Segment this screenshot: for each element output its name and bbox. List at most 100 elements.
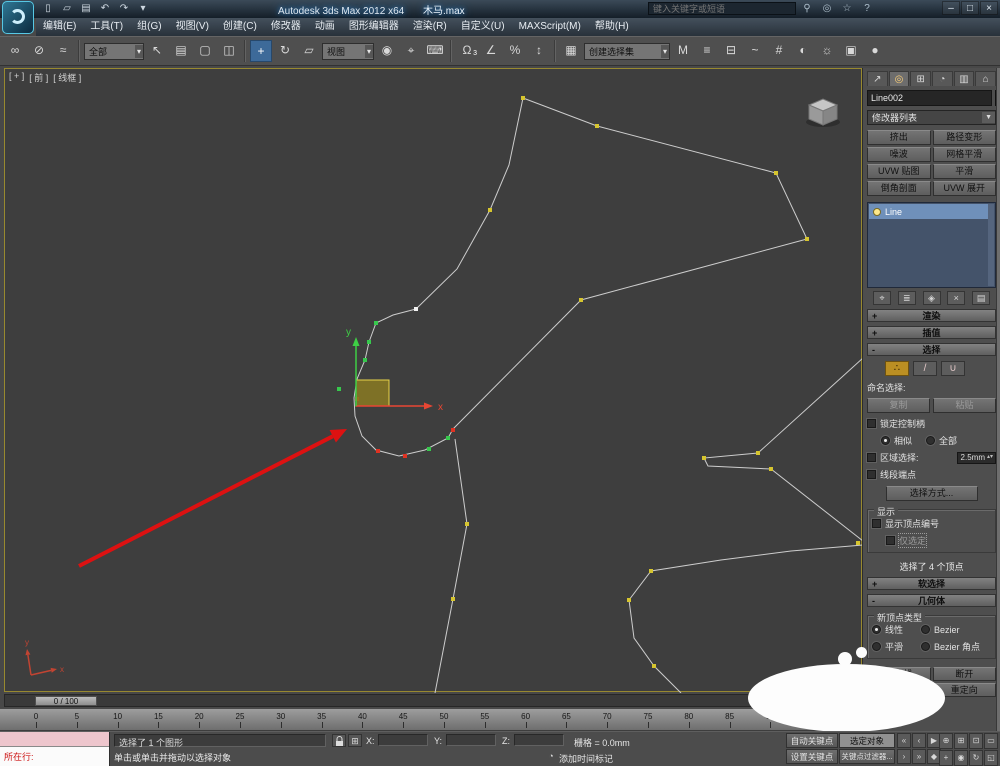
menu-item-8[interactable]: 图形编辑器	[342, 18, 406, 36]
tab-create[interactable]: ↗	[867, 71, 888, 86]
layer-manager-icon[interactable]: ⊟	[720, 40, 742, 62]
select-by-name-icon[interactable]: ▤	[170, 40, 192, 62]
communication-center-icon[interactable]: ◎	[820, 2, 834, 15]
rollout-selection[interactable]: - 选择	[867, 343, 996, 356]
break-button[interactable]: 断开	[932, 667, 996, 681]
unselected-vertex[interactable]	[595, 124, 599, 128]
menu-item-10[interactable]: 自定义(U)	[454, 18, 512, 36]
tab-motion[interactable]: ◔	[932, 71, 953, 86]
search-input[interactable]	[648, 2, 796, 15]
unselected-vertex[interactable]	[756, 451, 760, 455]
mirror-icon[interactable]: M	[672, 40, 694, 62]
maximize-viewport-icon[interactable]: ◱	[984, 750, 998, 766]
time-slider-track[interactable]: 0 / 100	[4, 694, 862, 707]
curve-editor-icon[interactable]: ~	[744, 40, 766, 62]
next-frame-icon[interactable]: ›	[897, 749, 911, 764]
pan-icon[interactable]: +	[939, 750, 953, 766]
menu-item-7[interactable]: 动画	[308, 18, 342, 36]
bezier-corner-radio[interactable]	[921, 642, 931, 651]
rendered-frame-icon[interactable]: ▣	[840, 40, 862, 62]
menu-item-5[interactable]: 创建(C)	[216, 18, 264, 36]
selected-vertex[interactable]	[376, 449, 380, 453]
select-and-link-icon[interactable]: ∞	[4, 40, 26, 62]
copy-button[interactable]: 复制	[867, 398, 930, 413]
add-time-tag[interactable]: 添加时间标记	[559, 752, 613, 765]
render-setup-icon[interactable]: ☼	[816, 40, 838, 62]
unlink-selection-icon[interactable]: ⊘	[28, 40, 50, 62]
schematic-view-icon[interactable]: #	[768, 40, 790, 62]
open-file-icon[interactable]: ▱	[59, 2, 75, 16]
stack-item-line[interactable]: Line	[869, 204, 988, 219]
menu-item-1[interactable]: 编辑(E)	[36, 18, 83, 36]
viewport-menu-pov[interactable]: [ 前 ]	[29, 71, 48, 84]
gizmo-y-axis-head[interactable]	[352, 337, 360, 346]
unselected-vertex[interactable]	[627, 598, 631, 602]
undo-icon[interactable]: ↶	[97, 2, 113, 16]
close-button[interactable]: ×	[980, 1, 998, 15]
unselected-vertex[interactable]	[702, 456, 706, 460]
modifier-button-4[interactable]: 网格平滑	[932, 147, 996, 162]
selected-vertex[interactable]	[403, 454, 407, 458]
show-vertex-numbers-checkbox[interactable]	[872, 519, 881, 528]
rollout-soft-selection[interactable]: + 软选择	[867, 577, 996, 590]
go-to-start-icon[interactable]: «	[897, 733, 911, 748]
maxscript-mini-listener[interactable]: 所在行:	[0, 732, 110, 766]
new-scene-icon[interactable]: ▯	[40, 2, 56, 16]
use-pivot-center-icon[interactable]: ◉	[376, 40, 398, 62]
tangent-vertex[interactable]	[367, 340, 371, 344]
save-file-icon[interactable]: ▤	[78, 2, 94, 16]
edit-named-selection-icon[interactable]: ▦	[560, 40, 582, 62]
pin-stack-icon[interactable]: ⌖	[873, 291, 891, 305]
unselected-vertex[interactable]	[652, 664, 656, 668]
selected-vertex[interactable]	[451, 428, 455, 432]
gizmo-plane-handle[interactable]	[355, 379, 390, 407]
select-and-rotate-icon[interactable]: ↻	[274, 40, 296, 62]
spline-jaw-line[interactable]	[452, 238, 808, 430]
track-bar[interactable]: 0510152025303540455055606570758085909510…	[0, 708, 862, 731]
menu-item-12[interactable]: 帮助(H)	[588, 18, 636, 36]
viewport-menu-general[interactable]: [ + ]	[9, 71, 24, 84]
keyboard-override-icon[interactable]: ⌨	[424, 40, 446, 62]
tab-modify[interactable]: ◎	[888, 71, 910, 86]
tab-display[interactable]: ▥	[953, 71, 975, 86]
modifier-button-5[interactable]: UVW 贴图	[867, 164, 931, 179]
search-go-icon[interactable]: ⚲	[800, 2, 814, 15]
tangent-vertex[interactable]	[446, 436, 450, 440]
unselected-vertex[interactable]	[856, 541, 860, 545]
maximize-button[interactable]: □	[961, 1, 979, 15]
vertex-subobject-icon[interactable]: ∴	[885, 361, 909, 376]
spline-subobject-icon[interactable]: ∪	[941, 361, 965, 376]
zoom-region-icon[interactable]: ▭	[984, 733, 998, 749]
x-coordinate-field[interactable]	[378, 734, 428, 746]
tangent-vertex[interactable]	[374, 321, 378, 325]
auto-key-button[interactable]: 自动关键点	[786, 733, 838, 748]
tangent-vertex[interactable]	[363, 358, 367, 362]
viewport-menu-shading[interactable]: [ 线框 ]	[53, 71, 81, 84]
selection-region-icon[interactable]: ▢	[194, 40, 216, 62]
align-icon[interactable]: ≡	[696, 40, 718, 62]
select-object-icon[interactable]: ↖	[146, 40, 168, 62]
menu-item-3[interactable]: 组(G)	[130, 18, 168, 36]
spinner-snap-icon[interactable]: ↕	[528, 40, 550, 62]
tangent-vertex[interactable]	[337, 387, 341, 391]
zoom-all-icon[interactable]: ⊞	[954, 733, 968, 749]
viewport-front[interactable]: x y x y [ + ] [ 前 ] [ 线框 ]	[4, 68, 863, 693]
selection-filter-dropdown[interactable]: 全部	[84, 42, 144, 60]
modifier-stack[interactable]: Line	[867, 202, 996, 288]
spline-neck-back[interactable]	[703, 357, 863, 542]
gizmo-x-axis-head[interactable]	[424, 402, 433, 410]
segment-end-checkbox[interactable]	[867, 470, 876, 479]
snap-toggle-3d-icon[interactable]: Ω3	[456, 40, 478, 62]
zoom-icon[interactable]: ⊕	[939, 733, 953, 749]
modifier-button-1[interactable]: 挤出	[867, 130, 931, 145]
rollout-interpolation[interactable]: + 插值	[867, 326, 996, 339]
favorites-star-icon[interactable]: ☆	[840, 2, 854, 15]
selection-lock-icon[interactable]	[332, 734, 346, 747]
menu-item-9[interactable]: 渲染(R)	[406, 18, 454, 36]
all-radio[interactable]	[926, 436, 936, 445]
set-key-button[interactable]: 设置关键点	[786, 749, 838, 764]
lock-handles-checkbox[interactable]	[867, 419, 876, 428]
rollout-rendering[interactable]: + 渲染	[867, 309, 996, 322]
minimize-button[interactable]: –	[942, 1, 960, 15]
bezier-radio[interactable]	[921, 625, 931, 634]
